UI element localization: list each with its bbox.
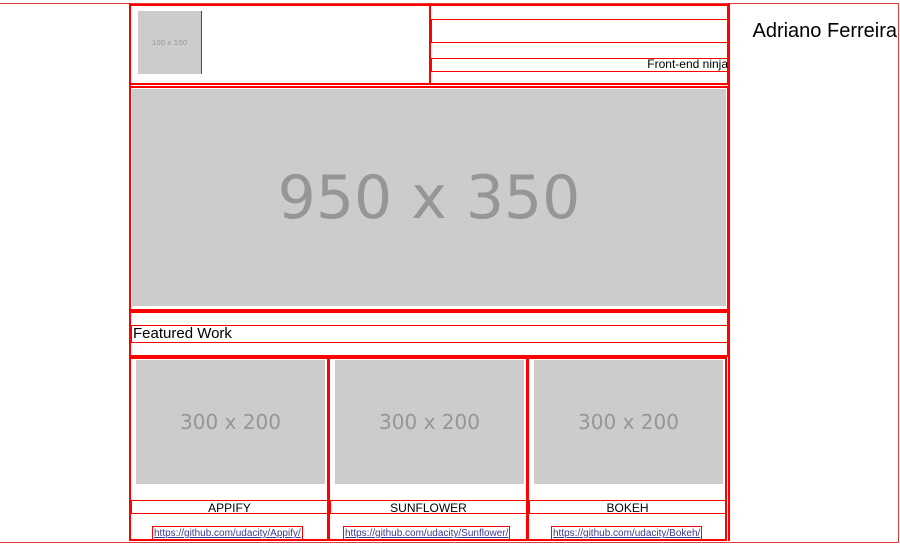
page-title: Adriano Ferreira xyxy=(752,20,897,42)
featured-work-heading: Featured Work xyxy=(133,325,232,342)
project-link-bokeh[interactable]: https://github.com/udacity/Bokeh/ xyxy=(551,526,703,541)
project-label-appify: APPIFY xyxy=(208,501,251,515)
project-label-bokeh: BOKEH xyxy=(606,501,649,515)
thumbnail-placeholder-text: 300 x 200 xyxy=(578,410,679,434)
thumbnail-placeholder-text: 300 x 200 xyxy=(180,410,281,434)
hero-placeholder-text: 950 x 350 xyxy=(277,162,581,233)
project-thumbnail: 300 x 200 xyxy=(136,360,325,484)
hero-image: 950 x 350 xyxy=(132,89,726,306)
thumbnail-placeholder-text: 300 x 200 xyxy=(379,410,480,434)
page-subtitle: Front-end ninja xyxy=(647,57,728,71)
project-link-sunflower[interactable]: https://github.com/udacity/Sunflower/ xyxy=(343,526,511,541)
header-title-section xyxy=(429,4,729,85)
project-thumbnail: 300 x 200 xyxy=(335,360,524,484)
project-label-sunflower: SUNFLOWER xyxy=(390,501,467,515)
project-link-appify[interactable]: https://github.com/udacity/Appify/ xyxy=(152,526,303,541)
logo-image: 100 x 100 xyxy=(138,11,202,74)
project-thumbnail: 300 x 200 xyxy=(534,360,723,484)
logo-placeholder-text: 100 x 100 xyxy=(151,38,188,47)
